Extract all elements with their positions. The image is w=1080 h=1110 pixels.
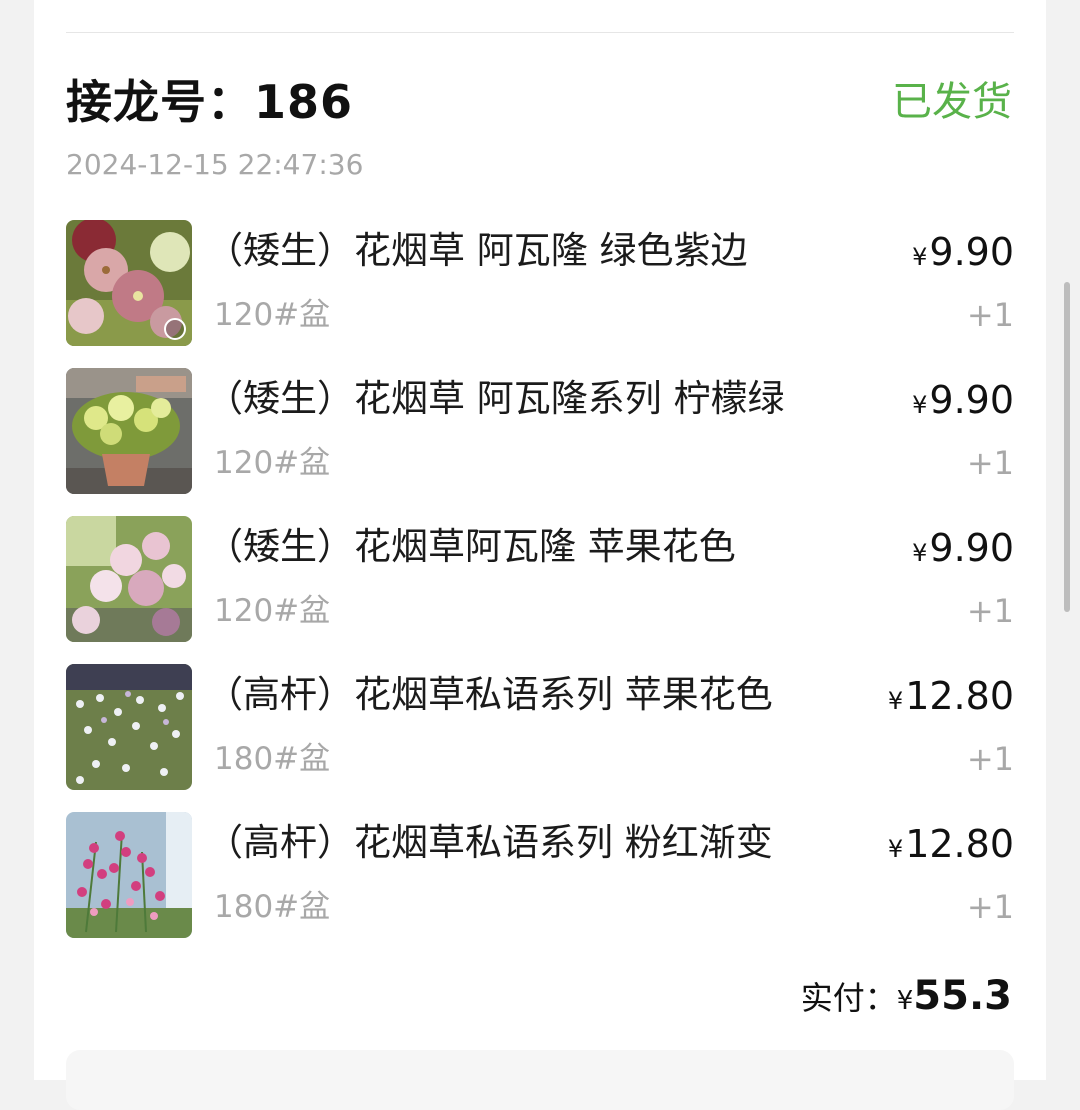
- product-spec: 120#盆: [214, 593, 331, 629]
- price-value: 9.90: [929, 230, 1014, 274]
- order-card: 接龙号：186 已发货 2024-12-15 22:47:36 （矮生）花烟草 …: [34, 0, 1046, 1110]
- currency-symbol: ¥: [887, 687, 904, 715]
- order-item[interactable]: （高杆）花烟草私语系列 粉红渐变 180#盆 ¥12.80 +1: [66, 812, 1014, 940]
- product-quantity: +1: [966, 296, 1014, 334]
- product-thumbnail[interactable]: [66, 220, 192, 346]
- total-label: 实付：: [800, 979, 897, 1017]
- footer-panel[interactable]: [66, 1050, 1014, 1110]
- product-thumbnail[interactable]: [66, 812, 192, 938]
- currency-symbol: ¥: [887, 835, 904, 863]
- currency-symbol: ¥: [912, 391, 928, 419]
- product-quantity: +1: [966, 444, 1014, 482]
- product-spec: 180#盆: [214, 741, 331, 777]
- product-name[interactable]: （高杆）花烟草私语系列 粉红渐变: [206, 816, 773, 870]
- product-spec: 120#盆: [214, 297, 331, 333]
- product-thumbnail[interactable]: [66, 516, 192, 642]
- product-quantity: +1: [966, 888, 1014, 926]
- price-value: 12.80: [905, 822, 1014, 866]
- order-status-label: 已发货: [892, 79, 1012, 125]
- product-spec: 120#盆: [214, 445, 331, 481]
- order-item[interactable]: （矮生）花烟草 阿瓦隆 绿色紫边 120#盆 ¥9.90 +1: [66, 220, 1014, 348]
- currency-symbol: ¥: [896, 986, 914, 1016]
- price-value: 9.90: [929, 378, 1014, 422]
- product-price: ¥12.80: [888, 670, 1014, 727]
- product-price: ¥9.90: [912, 226, 1014, 283]
- product-quantity: +1: [966, 740, 1014, 778]
- product-spec: 180#盆: [214, 889, 331, 925]
- currency-symbol: ¥: [912, 539, 928, 567]
- price-value: 9.90: [929, 526, 1014, 570]
- product-thumbnail[interactable]: [66, 368, 192, 494]
- product-price: ¥12.80: [888, 818, 1014, 875]
- product-price: ¥9.90: [912, 522, 1014, 579]
- scrollbar-thumb[interactable]: [1064, 282, 1070, 612]
- order-item[interactable]: （矮生）花烟草阿瓦隆 苹果花色 120#盆 ¥9.90 +1: [66, 516, 1014, 644]
- product-name[interactable]: （矮生）花烟草 阿瓦隆 绿色紫边: [206, 224, 748, 278]
- product-name[interactable]: （矮生）花烟草阿瓦隆 苹果花色: [206, 520, 736, 574]
- product-price: ¥9.90: [912, 374, 1014, 431]
- leaf-badge-icon: [164, 318, 186, 340]
- product-quantity: +1: [966, 592, 1014, 630]
- total-paid: 实付：¥55.3: [801, 968, 1012, 1032]
- product-name[interactable]: （高杆）花烟草私语系列 苹果花色: [206, 668, 773, 722]
- product-name[interactable]: （矮生）花烟草 阿瓦隆系列 柠檬绿: [206, 372, 785, 426]
- currency-symbol: ¥: [912, 243, 928, 271]
- product-thumbnail[interactable]: [66, 664, 192, 790]
- order-item[interactable]: （矮生）花烟草 阿瓦隆系列 柠檬绿 120#盆 ¥9.90 +1: [66, 368, 1014, 496]
- total-amount: 55.3: [913, 973, 1012, 1019]
- order-timestamp: 2024-12-15 22:47:36: [66, 148, 364, 181]
- top-divider: [66, 32, 1014, 33]
- order-number-title: 接龙号：186: [66, 75, 354, 129]
- price-value: 12.80: [905, 674, 1014, 718]
- order-item[interactable]: （高杆）花烟草私语系列 苹果花色 180#盆 ¥12.80 +1: [66, 664, 1014, 792]
